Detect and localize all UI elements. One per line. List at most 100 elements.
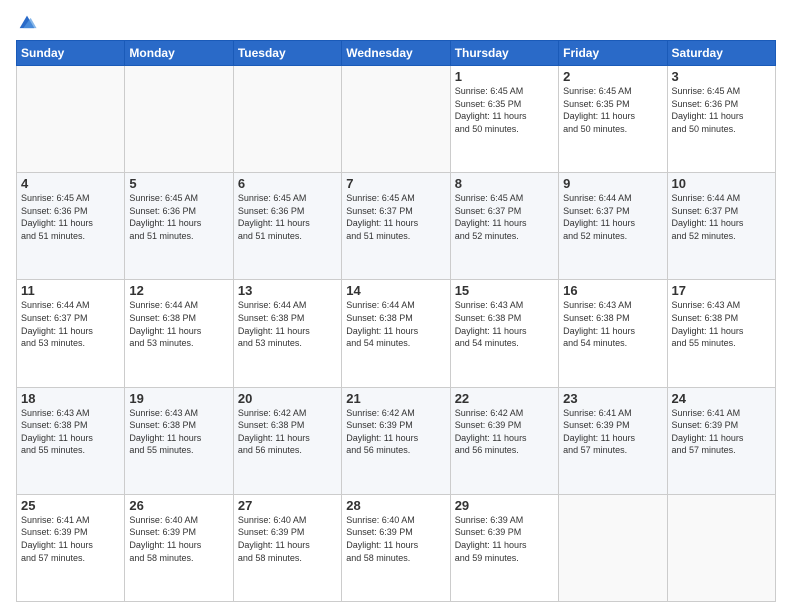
day-number: 22 <box>455 391 554 406</box>
calendar-cell <box>342 66 450 173</box>
day-number: 8 <box>455 176 554 191</box>
calendar-cell: 4Sunrise: 6:45 AM Sunset: 6:36 PM Daylig… <box>17 173 125 280</box>
calendar-day-header: Friday <box>559 41 667 66</box>
calendar-cell: 13Sunrise: 6:44 AM Sunset: 6:38 PM Dayli… <box>233 280 341 387</box>
calendar-cell: 5Sunrise: 6:45 AM Sunset: 6:36 PM Daylig… <box>125 173 233 280</box>
day-info: Sunrise: 6:45 AM Sunset: 6:37 PM Dayligh… <box>455 192 554 242</box>
day-number: 24 <box>672 391 771 406</box>
day-info: Sunrise: 6:42 AM Sunset: 6:38 PM Dayligh… <box>238 407 337 457</box>
day-info: Sunrise: 6:45 AM Sunset: 6:36 PM Dayligh… <box>672 85 771 135</box>
calendar-cell: 16Sunrise: 6:43 AM Sunset: 6:38 PM Dayli… <box>559 280 667 387</box>
calendar-cell <box>667 494 775 601</box>
calendar-cell: 24Sunrise: 6:41 AM Sunset: 6:39 PM Dayli… <box>667 387 775 494</box>
day-number: 4 <box>21 176 120 191</box>
day-number: 25 <box>21 498 120 513</box>
day-info: Sunrise: 6:43 AM Sunset: 6:38 PM Dayligh… <box>129 407 228 457</box>
day-info: Sunrise: 6:45 AM Sunset: 6:36 PM Dayligh… <box>238 192 337 242</box>
calendar-day-header: Wednesday <box>342 41 450 66</box>
calendar-cell <box>17 66 125 173</box>
day-info: Sunrise: 6:44 AM Sunset: 6:37 PM Dayligh… <box>672 192 771 242</box>
day-number: 23 <box>563 391 662 406</box>
day-number: 3 <box>672 69 771 84</box>
day-number: 17 <box>672 283 771 298</box>
day-number: 27 <box>238 498 337 513</box>
calendar-cell <box>559 494 667 601</box>
calendar-cell: 20Sunrise: 6:42 AM Sunset: 6:38 PM Dayli… <box>233 387 341 494</box>
calendar-cell: 10Sunrise: 6:44 AM Sunset: 6:37 PM Dayli… <box>667 173 775 280</box>
day-info: Sunrise: 6:43 AM Sunset: 6:38 PM Dayligh… <box>455 299 554 349</box>
calendar-week-row: 4Sunrise: 6:45 AM Sunset: 6:36 PM Daylig… <box>17 173 776 280</box>
day-number: 10 <box>672 176 771 191</box>
day-info: Sunrise: 6:45 AM Sunset: 6:37 PM Dayligh… <box>346 192 445 242</box>
day-info: Sunrise: 6:40 AM Sunset: 6:39 PM Dayligh… <box>129 514 228 564</box>
calendar-cell: 11Sunrise: 6:44 AM Sunset: 6:37 PM Dayli… <box>17 280 125 387</box>
day-info: Sunrise: 6:45 AM Sunset: 6:36 PM Dayligh… <box>129 192 228 242</box>
day-number: 2 <box>563 69 662 84</box>
day-info: Sunrise: 6:41 AM Sunset: 6:39 PM Dayligh… <box>563 407 662 457</box>
day-number: 26 <box>129 498 228 513</box>
day-info: Sunrise: 6:40 AM Sunset: 6:39 PM Dayligh… <box>346 514 445 564</box>
day-info: Sunrise: 6:42 AM Sunset: 6:39 PM Dayligh… <box>346 407 445 457</box>
day-info: Sunrise: 6:44 AM Sunset: 6:38 PM Dayligh… <box>346 299 445 349</box>
day-info: Sunrise: 6:43 AM Sunset: 6:38 PM Dayligh… <box>563 299 662 349</box>
day-number: 9 <box>563 176 662 191</box>
calendar-cell: 29Sunrise: 6:39 AM Sunset: 6:39 PM Dayli… <box>450 494 558 601</box>
day-number: 5 <box>129 176 228 191</box>
calendar-day-header: Thursday <box>450 41 558 66</box>
day-info: Sunrise: 6:45 AM Sunset: 6:36 PM Dayligh… <box>21 192 120 242</box>
day-info: Sunrise: 6:44 AM Sunset: 6:38 PM Dayligh… <box>129 299 228 349</box>
calendar-cell: 8Sunrise: 6:45 AM Sunset: 6:37 PM Daylig… <box>450 173 558 280</box>
day-number: 12 <box>129 283 228 298</box>
calendar-cell: 18Sunrise: 6:43 AM Sunset: 6:38 PM Dayli… <box>17 387 125 494</box>
calendar-header-row: SundayMondayTuesdayWednesdayThursdayFrid… <box>17 41 776 66</box>
day-info: Sunrise: 6:45 AM Sunset: 6:35 PM Dayligh… <box>455 85 554 135</box>
day-info: Sunrise: 6:43 AM Sunset: 6:38 PM Dayligh… <box>672 299 771 349</box>
day-number: 6 <box>238 176 337 191</box>
header <box>16 12 776 34</box>
page: SundayMondayTuesdayWednesdayThursdayFrid… <box>0 0 792 612</box>
day-number: 18 <box>21 391 120 406</box>
day-info: Sunrise: 6:44 AM Sunset: 6:37 PM Dayligh… <box>21 299 120 349</box>
day-info: Sunrise: 6:41 AM Sunset: 6:39 PM Dayligh… <box>672 407 771 457</box>
day-number: 16 <box>563 283 662 298</box>
day-number: 29 <box>455 498 554 513</box>
calendar-day-header: Tuesday <box>233 41 341 66</box>
calendar-day-header: Sunday <box>17 41 125 66</box>
day-number: 20 <box>238 391 337 406</box>
calendar-week-row: 1Sunrise: 6:45 AM Sunset: 6:35 PM Daylig… <box>17 66 776 173</box>
calendar-week-row: 18Sunrise: 6:43 AM Sunset: 6:38 PM Dayli… <box>17 387 776 494</box>
calendar-week-row: 25Sunrise: 6:41 AM Sunset: 6:39 PM Dayli… <box>17 494 776 601</box>
calendar-cell <box>233 66 341 173</box>
calendar-cell: 19Sunrise: 6:43 AM Sunset: 6:38 PM Dayli… <box>125 387 233 494</box>
calendar-cell: 6Sunrise: 6:45 AM Sunset: 6:36 PM Daylig… <box>233 173 341 280</box>
calendar-day-header: Monday <box>125 41 233 66</box>
day-info: Sunrise: 6:40 AM Sunset: 6:39 PM Dayligh… <box>238 514 337 564</box>
calendar-day-header: Saturday <box>667 41 775 66</box>
day-number: 15 <box>455 283 554 298</box>
day-info: Sunrise: 6:39 AM Sunset: 6:39 PM Dayligh… <box>455 514 554 564</box>
day-number: 28 <box>346 498 445 513</box>
calendar-cell: 14Sunrise: 6:44 AM Sunset: 6:38 PM Dayli… <box>342 280 450 387</box>
calendar-cell <box>125 66 233 173</box>
calendar-cell: 15Sunrise: 6:43 AM Sunset: 6:38 PM Dayli… <box>450 280 558 387</box>
calendar-cell: 17Sunrise: 6:43 AM Sunset: 6:38 PM Dayli… <box>667 280 775 387</box>
logo <box>16 12 42 34</box>
calendar-cell: 3Sunrise: 6:45 AM Sunset: 6:36 PM Daylig… <box>667 66 775 173</box>
calendar-cell: 23Sunrise: 6:41 AM Sunset: 6:39 PM Dayli… <box>559 387 667 494</box>
calendar-cell: 27Sunrise: 6:40 AM Sunset: 6:39 PM Dayli… <box>233 494 341 601</box>
day-info: Sunrise: 6:44 AM Sunset: 6:37 PM Dayligh… <box>563 192 662 242</box>
day-info: Sunrise: 6:45 AM Sunset: 6:35 PM Dayligh… <box>563 85 662 135</box>
calendar-table: SundayMondayTuesdayWednesdayThursdayFrid… <box>16 40 776 602</box>
day-number: 14 <box>346 283 445 298</box>
calendar-cell: 2Sunrise: 6:45 AM Sunset: 6:35 PM Daylig… <box>559 66 667 173</box>
day-number: 21 <box>346 391 445 406</box>
day-number: 1 <box>455 69 554 84</box>
day-info: Sunrise: 6:43 AM Sunset: 6:38 PM Dayligh… <box>21 407 120 457</box>
calendar-cell: 7Sunrise: 6:45 AM Sunset: 6:37 PM Daylig… <box>342 173 450 280</box>
calendar-cell: 22Sunrise: 6:42 AM Sunset: 6:39 PM Dayli… <box>450 387 558 494</box>
calendar-cell: 1Sunrise: 6:45 AM Sunset: 6:35 PM Daylig… <box>450 66 558 173</box>
calendar-cell: 26Sunrise: 6:40 AM Sunset: 6:39 PM Dayli… <box>125 494 233 601</box>
day-info: Sunrise: 6:44 AM Sunset: 6:38 PM Dayligh… <box>238 299 337 349</box>
day-number: 11 <box>21 283 120 298</box>
calendar-cell: 9Sunrise: 6:44 AM Sunset: 6:37 PM Daylig… <box>559 173 667 280</box>
